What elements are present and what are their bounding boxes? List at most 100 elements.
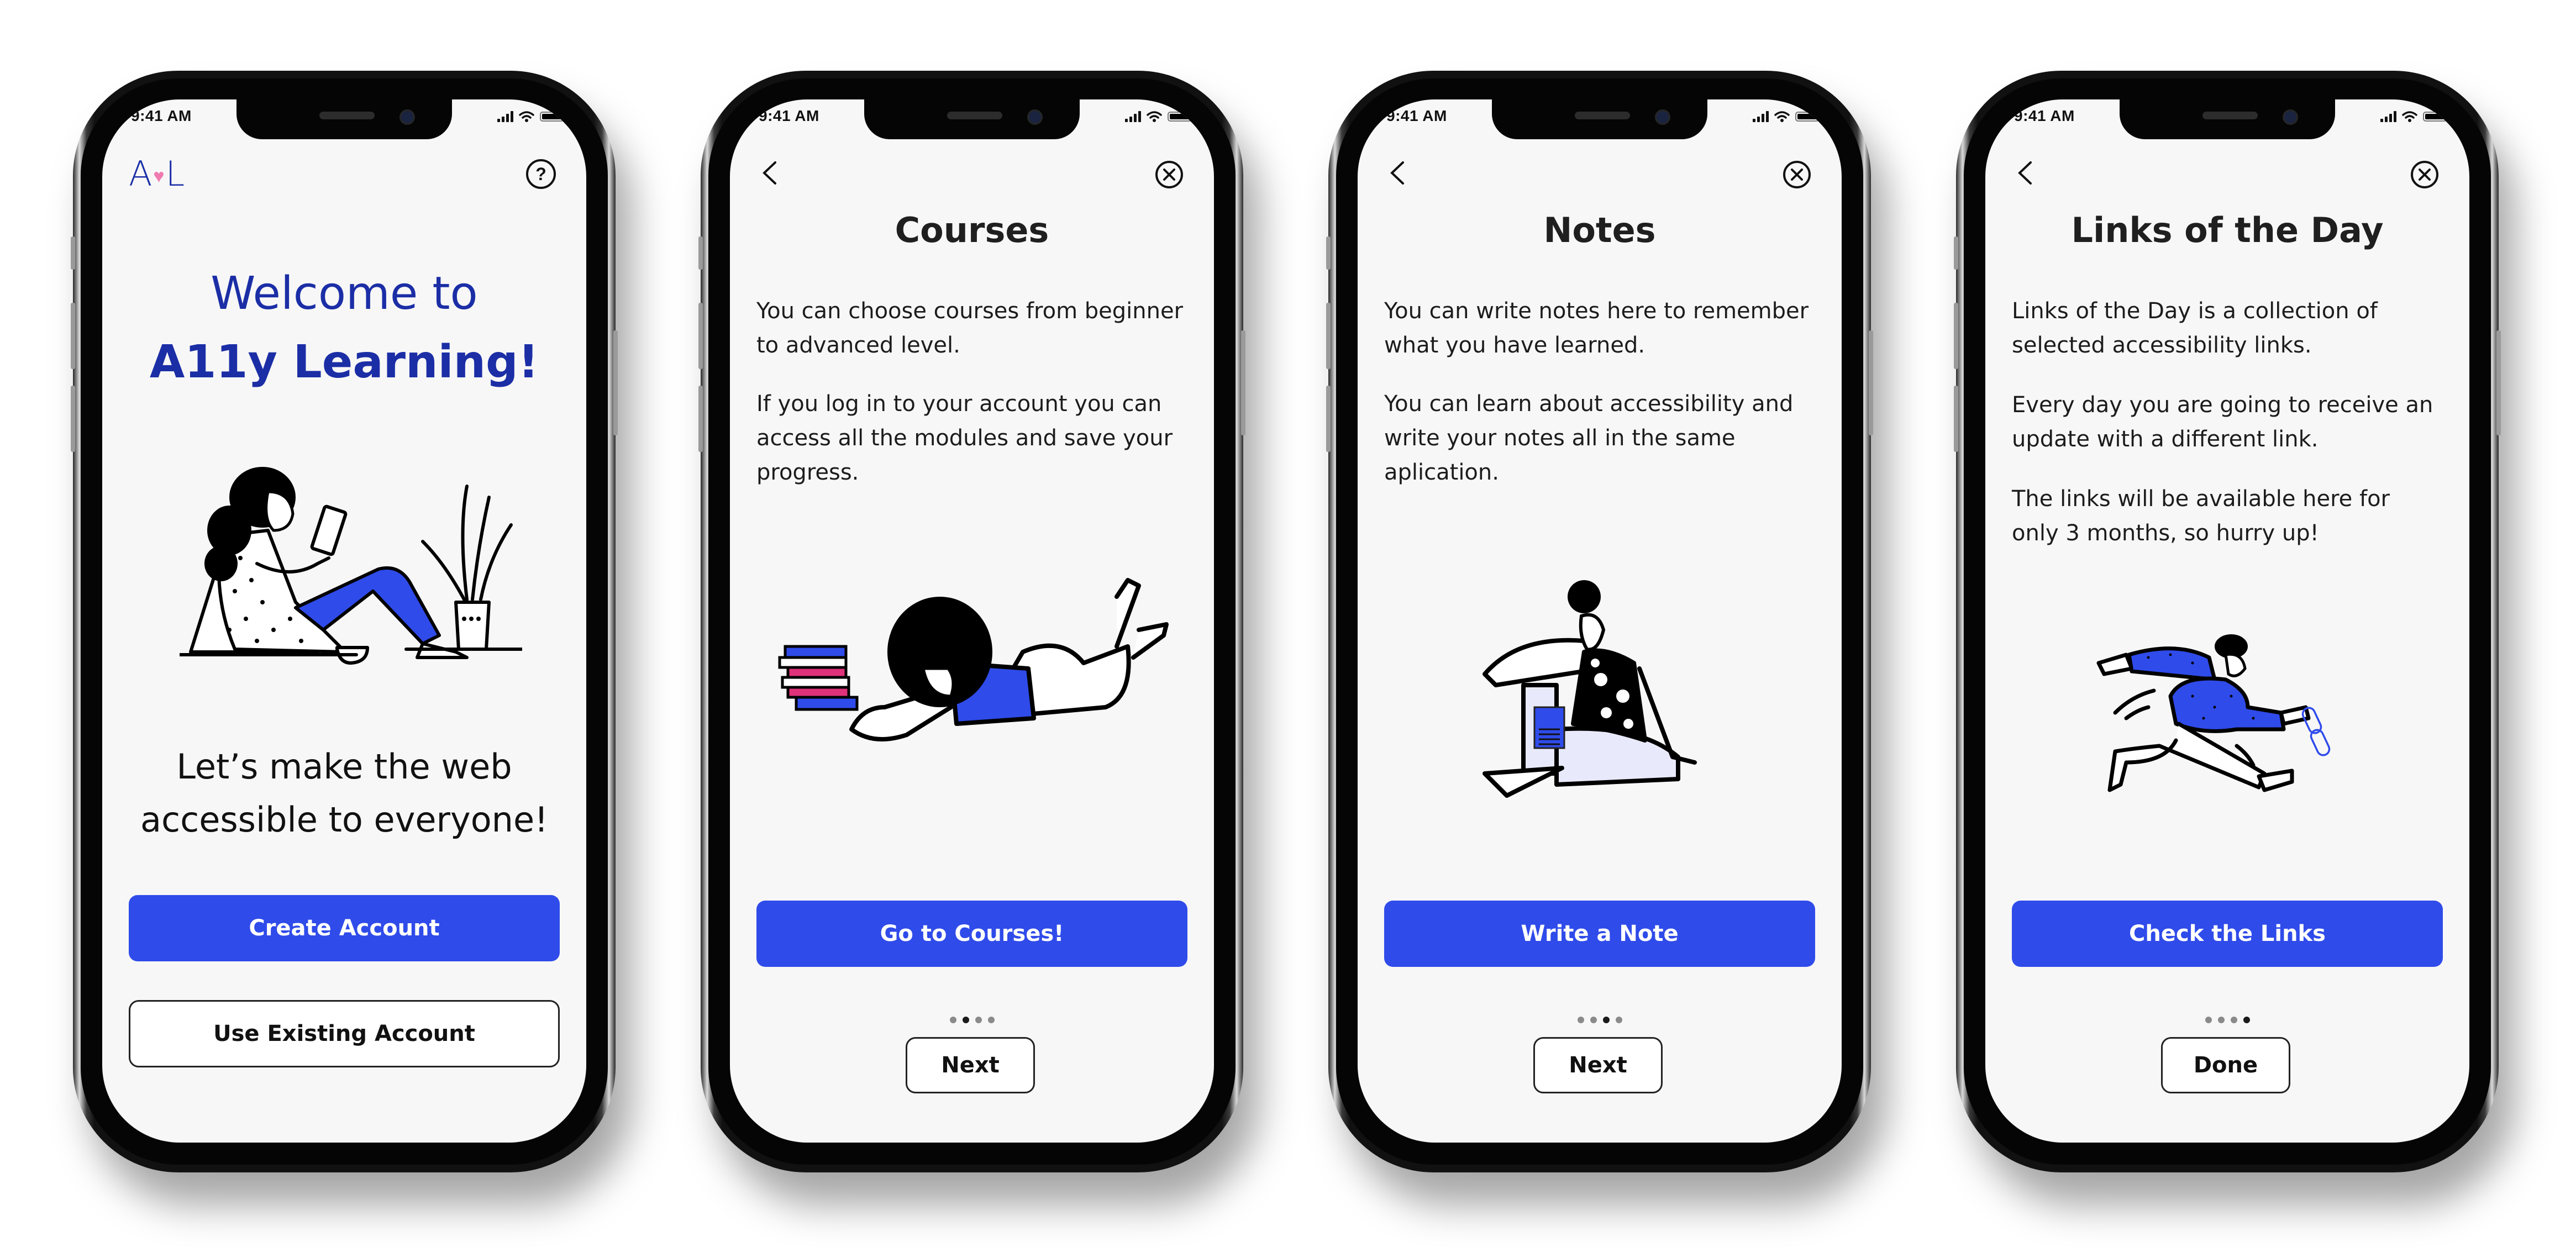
woman-reading-illustration	[180, 467, 522, 665]
logo-letter-a: A	[129, 154, 153, 194]
welcome-heading-line2: A11y Learning!	[149, 336, 539, 388]
page-dot[interactable]	[2217, 1017, 2225, 1023]
description: You can write notes here to remember wha…	[1384, 294, 1815, 514]
page-dot[interactable]	[1577, 1017, 1584, 1023]
description-paragraph: Links of the Day is a collection of sele…	[2012, 298, 2378, 358]
welcome-heading-line1: Welcome to	[211, 267, 478, 320]
app-logo: A ♥ L	[129, 154, 185, 194]
page-dot-active[interactable]	[962, 1017, 969, 1023]
page-indicator	[1358, 1017, 1842, 1023]
page-indicator	[1985, 1017, 2469, 1023]
status-icons	[2380, 111, 2449, 123]
status-icons	[497, 111, 566, 123]
notch	[1492, 99, 1707, 139]
tagline: Let’s make the web accessible to everyon…	[102, 740, 586, 846]
page-indicator	[730, 1017, 1214, 1023]
mute-switch	[71, 236, 75, 270]
mute-switch	[1954, 236, 1958, 270]
phone-courses: 9:41 AM Courses You can choose courses f…	[698, 71, 1245, 1172]
notch	[236, 99, 452, 139]
volume-up-button	[71, 303, 75, 369]
mute-switch	[698, 236, 703, 270]
screen: 9:41 AM A ♥ L ? Welcome to A11y Learning…	[102, 99, 586, 1143]
page-dot[interactable]	[1590, 1017, 1597, 1023]
person-running-with-link-illustration	[2096, 634, 2331, 792]
next-button[interactable]: Next	[1533, 1037, 1663, 1093]
power-button	[1869, 330, 1873, 435]
wifi-icon	[519, 111, 534, 122]
power-button	[2496, 330, 2501, 435]
description-paragraph: Every day you are going to receive an up…	[2012, 392, 2433, 452]
power-button	[613, 330, 618, 435]
description-paragraph: You can choose courses from beginner to …	[756, 298, 1184, 358]
signal-icon	[1753, 111, 1769, 122]
welcome-heading: Welcome to A11y Learning!	[102, 260, 586, 397]
back-chevron-icon[interactable]	[2014, 159, 2036, 187]
notch	[2120, 99, 2335, 139]
volume-up-button	[698, 303, 703, 369]
screen: 9:41 AM Links of the Day Links of the Da…	[1985, 99, 2469, 1143]
tagline-line2: accessible to everyone!	[140, 799, 548, 840]
page-dot[interactable]	[949, 1017, 956, 1023]
write-a-note-button[interactable]: Write a Note	[1384, 901, 1815, 967]
description: Links of the Day is a collection of sele…	[2012, 294, 2443, 576]
wifi-icon	[1147, 111, 1162, 122]
volume-down-button	[698, 386, 703, 452]
next-button[interactable]: Next	[906, 1037, 1035, 1093]
battery-icon	[540, 112, 566, 122]
status-icons	[1125, 111, 1194, 123]
page-dot[interactable]	[975, 1017, 982, 1023]
tagline-line1: Let’s make the web	[176, 746, 512, 787]
done-button[interactable]: Done	[2161, 1037, 2290, 1093]
wifi-icon	[1774, 111, 1790, 122]
screen: 9:41 AM Courses You can choose courses f…	[730, 99, 1214, 1143]
phone-links: 9:41 AM Links of the Day Links of the Da…	[1954, 71, 2501, 1172]
signal-icon	[497, 111, 513, 122]
page-title: Courses	[895, 210, 1049, 250]
check-the-links-button[interactable]: Check the Links	[2012, 901, 2443, 967]
wifi-icon	[2402, 111, 2417, 122]
go-to-courses-button[interactable]: Go to Courses!	[756, 901, 1187, 967]
power-button	[1241, 330, 1245, 435]
status-icons	[1753, 111, 1822, 123]
notch	[864, 99, 1080, 139]
close-icon[interactable]	[1155, 160, 1184, 189]
page-title: Links of the Day	[2071, 210, 2384, 250]
back-chevron-icon[interactable]	[759, 159, 781, 187]
description-paragraph: You can write notes here to remember wha…	[1384, 298, 1809, 358]
volume-down-button	[71, 386, 75, 452]
status-time: 9:41 AM	[1386, 107, 1447, 124]
page-dot[interactable]	[1615, 1017, 1622, 1023]
volume-down-button	[1954, 386, 1958, 452]
signal-icon	[1125, 111, 1141, 122]
signal-icon	[2380, 111, 2396, 122]
volume-down-button	[1326, 386, 1331, 452]
back-chevron-icon[interactable]	[1386, 159, 1408, 187]
page-dot[interactable]	[2230, 1017, 2237, 1023]
close-icon[interactable]	[2410, 160, 2439, 189]
page-dot-active[interactable]	[2243, 1017, 2250, 1023]
description-paragraph: If you log in to your account you can ac…	[756, 391, 1173, 485]
heart-icon: ♥	[153, 165, 165, 187]
help-button[interactable]: ?	[526, 159, 556, 189]
page-dot[interactable]	[2205, 1017, 2212, 1023]
status-time: 9:41 AM	[131, 107, 192, 124]
screen: 9:41 AM Notes You can write notes here t…	[1358, 99, 1842, 1143]
logo-letter-l: L	[165, 154, 185, 194]
page-dot-active[interactable]	[1602, 1017, 1610, 1023]
status-time: 9:41 AM	[759, 107, 819, 124]
use-existing-account-button[interactable]: Use Existing Account	[129, 1000, 560, 1067]
description-paragraph: The links will be available here for onl…	[2012, 486, 2390, 546]
mute-switch	[1326, 236, 1331, 270]
question-icon: ?	[535, 164, 546, 184]
status-time: 9:41 AM	[2014, 107, 2075, 124]
woman-with-note-illustration	[1482, 580, 1697, 798]
phone-notes: 9:41 AM Notes You can write notes here t…	[1326, 71, 1873, 1172]
create-account-button[interactable]: Create Account	[129, 895, 560, 961]
volume-up-button	[1326, 303, 1331, 369]
page-dot[interactable]	[987, 1017, 995, 1023]
battery-icon	[2423, 112, 2449, 122]
page-title: Notes	[1543, 210, 1656, 250]
close-icon[interactable]	[1783, 160, 1811, 189]
battery-icon	[1795, 112, 1822, 122]
